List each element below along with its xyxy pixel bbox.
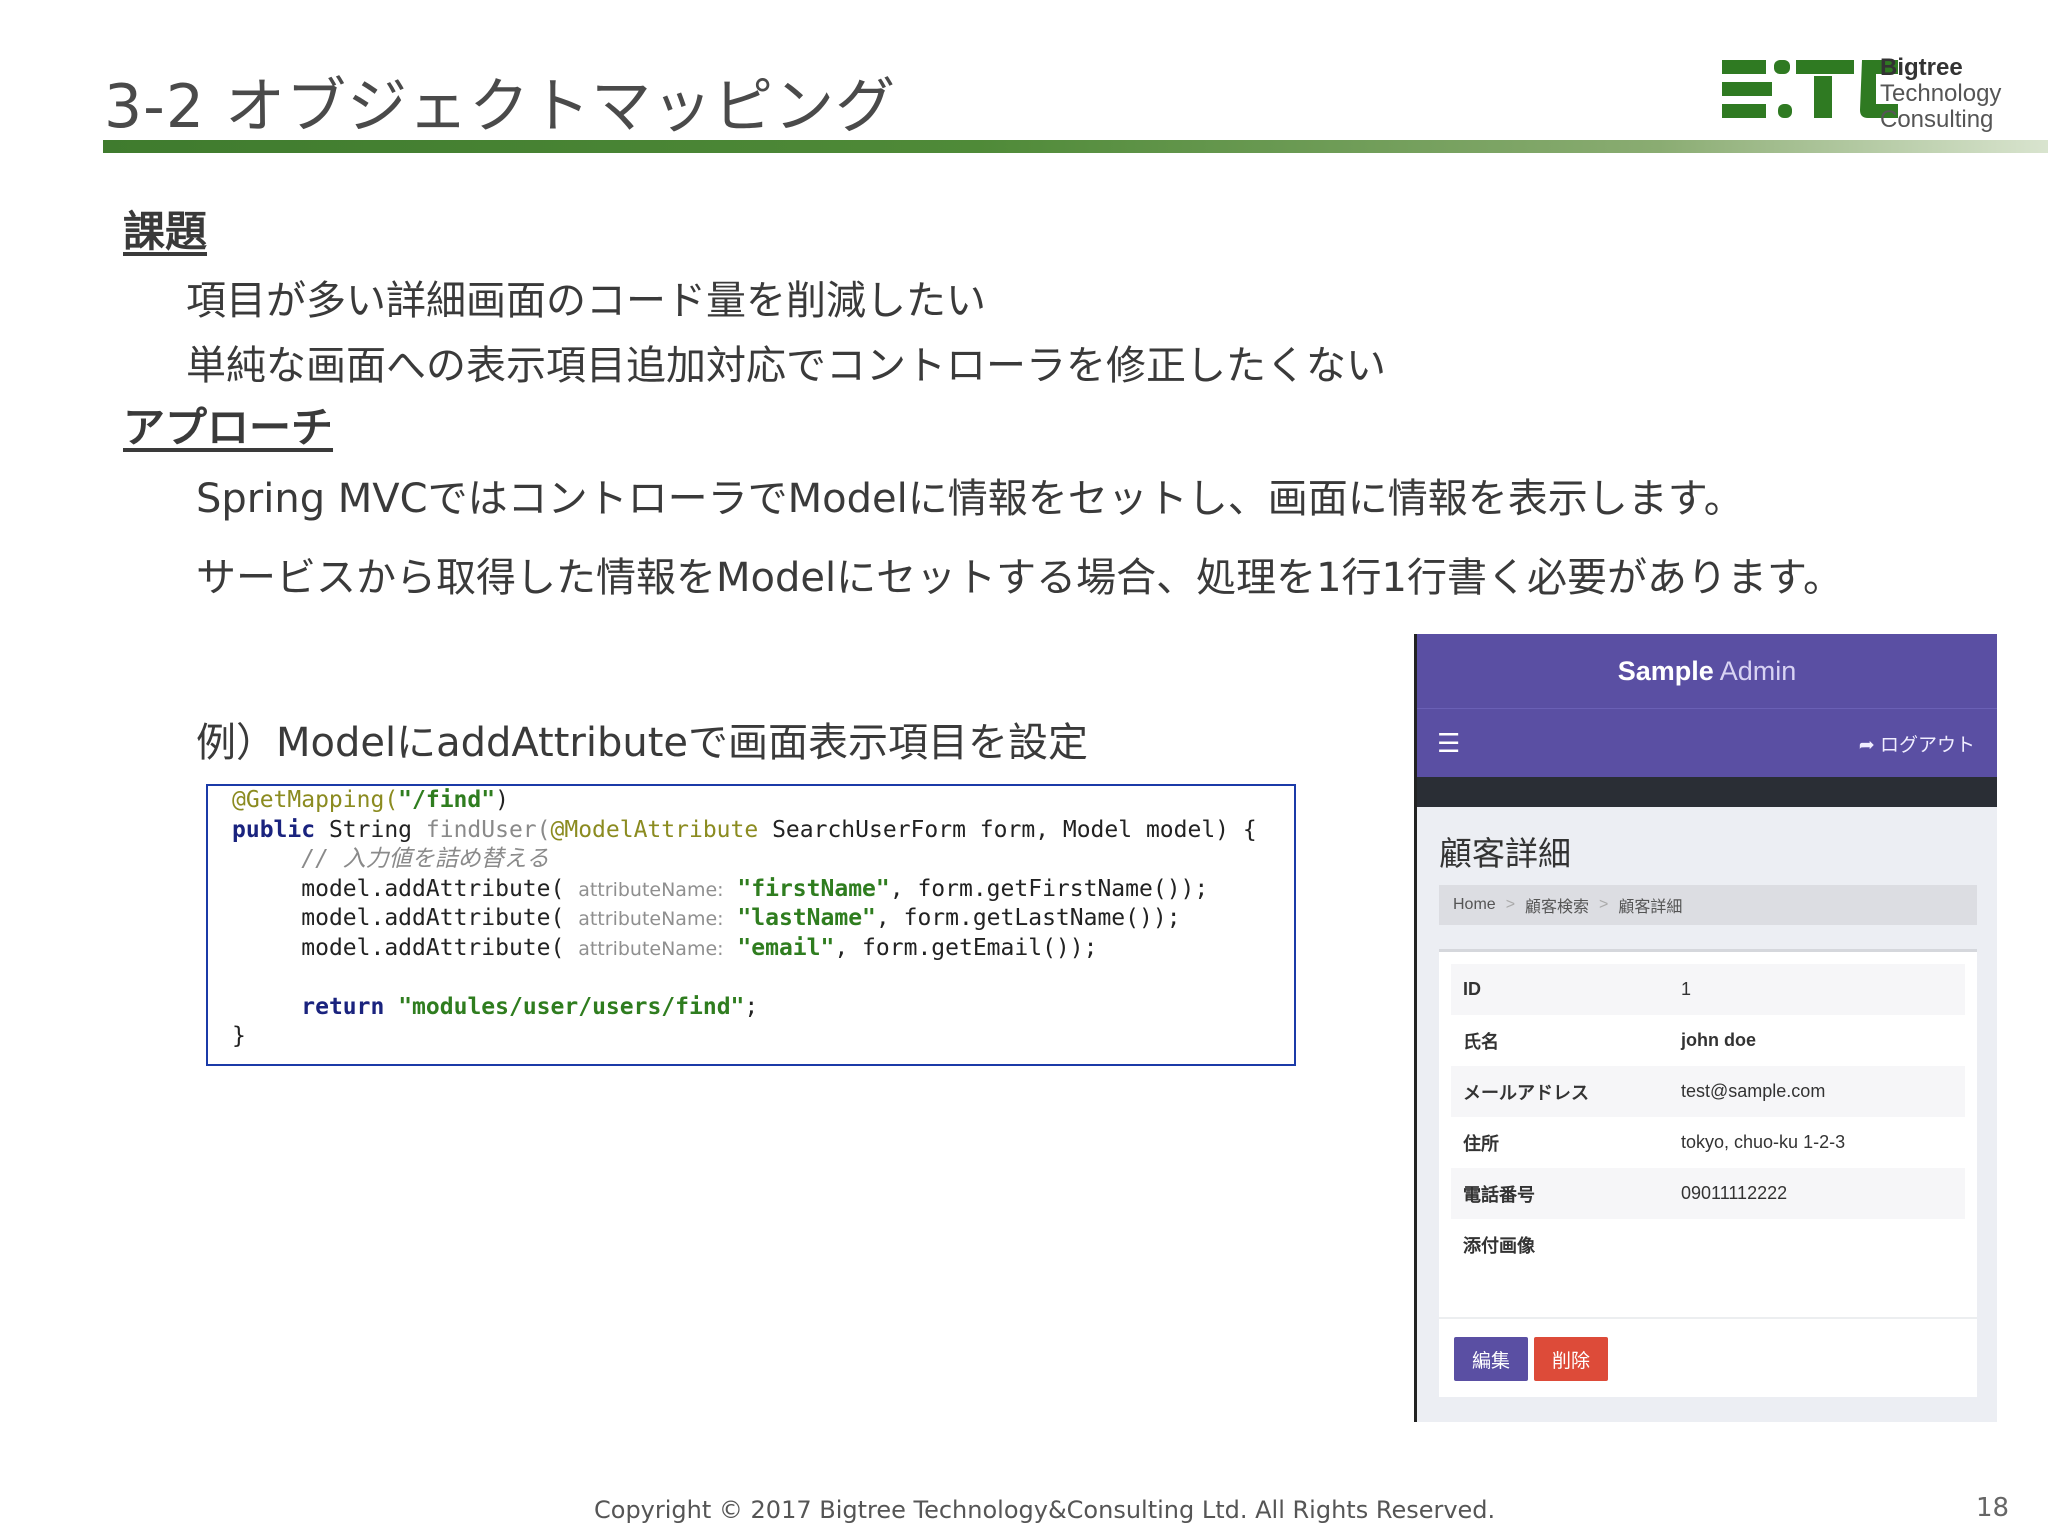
admin-brand-bold: Sample <box>1617 655 1714 686</box>
detail-row-id: ID 1 <box>1451 964 1965 1015</box>
admin-dark-strip <box>1417 777 1997 807</box>
code-line: @GetMapping("/find") <box>232 786 1294 816</box>
code-param-hint: attributeName: <box>578 908 724 930</box>
approach-line-1: Spring MVCではコントローラでModelに情報をセットし、画面に情報を表… <box>196 476 1744 522</box>
approach-heading: アプローチ <box>123 403 334 452</box>
logout-icon: ➦ <box>1858 734 1875 756</box>
code-param-hint: attributeName: <box>578 937 724 960</box>
code-text: model.addAttribute( <box>301 905 565 931</box>
detail-row-email: メールアドレス test@sample.com <box>1451 1066 1965 1117</box>
detail-label: 氏名 <box>1463 1031 1499 1052</box>
detail-value: test@sample.com <box>1681 1081 1826 1101</box>
detail-row-address: 住所 tokyo, chuo-ku 1-2-3 <box>1451 1117 1965 1168</box>
detail-card-footer: 編集 削除 <box>1439 1317 1977 1399</box>
code-line: model.addAttribute( attributeName: "last… <box>232 904 1294 934</box>
customer-detail-title: 顧客詳細 <box>1439 835 1571 872</box>
admin-navbar: ☰ ➦ ログアウト <box>1417 708 1997 777</box>
slide-title: 3-2 オブジェクトマッピング <box>104 72 897 142</box>
logo-line-2: Technology <box>1880 80 2002 107</box>
detail-card: ID 1 氏名 john doe メールアドレス test@sample.com… <box>1439 949 1977 1397</box>
page-number: 18 <box>1976 1493 2010 1523</box>
code-keyword: public <box>232 816 316 843</box>
detail-label: 住所 <box>1463 1133 1499 1154</box>
detail-value: 09011112222 <box>1681 1183 1788 1203</box>
detail-label: 電話番号 <box>1463 1184 1535 1205</box>
breadcrumb-separator: > <box>1599 896 1609 913</box>
detail-value: tokyo, chuo-ku 1-2-3 <box>1681 1132 1846 1152</box>
code-text: SearchUserForm form, Model model) { <box>758 816 1257 843</box>
code-text: model.addAttribute( <box>301 934 565 961</box>
code-text: model.addAttribute( <box>301 875 565 902</box>
admin-screenshot: Sample Admin ☰ ➦ ログアウト 顧客詳細 Home > 顧客検索 … <box>1414 634 1997 1422</box>
code-param-hint: attributeName: <box>578 878 724 901</box>
detail-row-phone: 電話番号 09011112222 <box>1451 1168 1965 1219</box>
code-string: "email" <box>737 934 835 961</box>
menu-icon[interactable]: ☰ <box>1437 730 1460 756</box>
issue-line-1: 項目が多い詳細画面のコード量を削減したい <box>186 278 986 324</box>
code-line: model.addAttribute( attributeName: "emai… <box>232 934 1294 964</box>
code-line: model.addAttribute( attributeName: "firs… <box>232 875 1294 905</box>
code-text: , form.getEmail()); <box>834 934 1098 961</box>
admin-brand-bar: Sample Admin <box>1417 634 1997 708</box>
delete-button[interactable]: 削除 <box>1534 1337 1609 1381</box>
code-annotation: @GetMapping( <box>232 787 399 813</box>
code-annotation: @ModelAttribute <box>550 816 759 843</box>
code-line: public String findUser(@ModelAttribute S… <box>232 816 1294 846</box>
code-line: return "modules/user/users/find"; <box>232 993 1294 1023</box>
code-string: "lastName" <box>737 905 876 931</box>
code-string: "firstName" <box>737 875 890 902</box>
code-keyword: return <box>301 993 385 1020</box>
breadcrumb-customer-detail: 顧客詳細 <box>1618 899 1683 916</box>
code-line: // 入力値を詰め替える <box>232 845 1294 875</box>
detail-row-image: 添付画像 <box>1451 1219 1965 1270</box>
code-text: } <box>232 1023 246 1049</box>
logout-label: ログアウト <box>1879 734 1975 756</box>
logout-link[interactable]: ➦ ログアウト <box>1859 730 1975 757</box>
copyright-footer: Copyright © 2017 Bigtree Technology&Cons… <box>594 1496 1496 1524</box>
breadcrumb-separator: > <box>1505 896 1516 913</box>
code-text: ; <box>744 993 759 1020</box>
detail-label: メールアドレス <box>1463 1082 1589 1103</box>
breadcrumb-customer-search[interactable]: 顧客検索 <box>1525 893 1589 917</box>
code-comment: // 入力値を詰め替える <box>301 846 550 872</box>
issue-heading: 課題 <box>123 207 208 256</box>
detail-label: ID <box>1463 979 1481 999</box>
code-text: , form.getFirstName()); <box>889 875 1209 902</box>
breadcrumb: Home > 顧客検索 > 顧客詳細 <box>1439 885 1977 925</box>
example-caption: 例）ModelにaddAttributeで画面表示項目を設定 <box>196 720 1089 766</box>
approach-line-2: サービスから取得した情報をModelにセットする場合、処理を1行1行書く必要があ… <box>196 555 1843 601</box>
issue-line-2: 単純な画面への表示項目追加対応でコントローラを修正したくない <box>186 343 1386 389</box>
detail-value: 1 <box>1681 979 1692 999</box>
detail-label: 添付画像 <box>1463 1235 1535 1256</box>
code-snippet: @GetMapping("/find") public String findU… <box>206 784 1296 1066</box>
title-rule <box>103 140 2048 153</box>
code-string: "modules/user/users/find" <box>398 993 745 1020</box>
detail-value: john doe <box>1681 1030 1756 1050</box>
logo-text: Bigtree Technology Consulting <box>1880 55 2001 133</box>
code-line: } <box>232 1022 1294 1052</box>
code-method-name: findUser( <box>425 816 551 843</box>
edit-button[interactable]: 編集 <box>1454 1337 1529 1381</box>
code-string: "/find" <box>398 787 496 813</box>
logo-line-3: Consulting <box>1880 106 1994 133</box>
logo-line-1: Bigtree <box>1880 54 1963 81</box>
admin-brand-light: Admin <box>1719 655 1797 686</box>
code-text: ) <box>495 787 509 813</box>
code-text: , form.getLastName()); <box>875 905 1181 931</box>
detail-row-name: 氏名 john doe <box>1451 1015 1965 1066</box>
breadcrumb-home[interactable]: Home <box>1453 896 1496 914</box>
code-text: String <box>315 816 426 843</box>
